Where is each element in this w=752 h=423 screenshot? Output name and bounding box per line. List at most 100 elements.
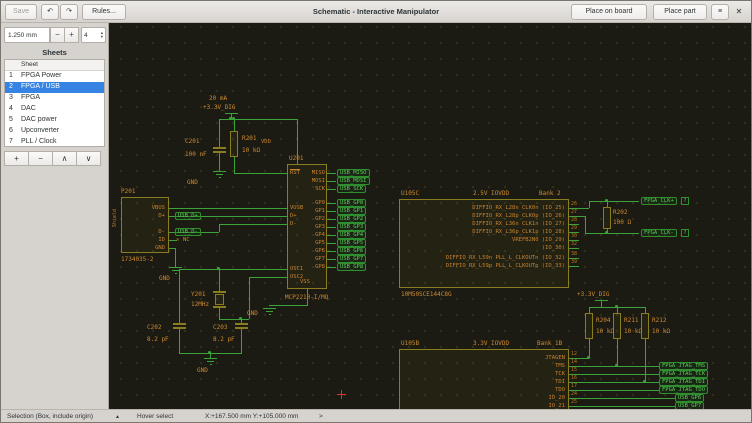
u201-refdes[interactable]: U201 — [289, 155, 303, 162]
crystal-plate[interactable] — [213, 291, 226, 293]
wire[interactable] — [234, 173, 287, 174]
tool-indicator[interactable]: Selection (Box, include origin) — [7, 413, 93, 420]
gnd-symbol[interactable] — [204, 358, 217, 359]
add-sheet-button[interactable]: + — [4, 151, 29, 166]
redo-button[interactable]: ↷ — [60, 4, 78, 20]
spin-down-icon[interactable]: ▾ — [101, 35, 103, 39]
r204-value[interactable]: 10 kΩ — [596, 328, 614, 335]
r212-body[interactable] — [641, 313, 649, 339]
r201-body[interactable] — [230, 131, 238, 157]
y201-value[interactable]: 12MHz — [191, 301, 209, 308]
wire[interactable] — [327, 267, 336, 268]
wire[interactable] — [575, 374, 659, 375]
sheet-row-dac[interactable]: 4DAC — [5, 104, 104, 115]
net-label-usb-gp1[interactable]: USB_GP1 — [337, 207, 366, 215]
wire[interactable] — [327, 173, 336, 174]
wire[interactable] — [175, 248, 176, 267]
save-button[interactable]: Save — [5, 4, 37, 20]
net-label-usb-dminus[interactable]: USB_D- — [175, 228, 201, 236]
wire[interactable] — [179, 269, 180, 323]
wire[interactable] — [575, 382, 659, 383]
menu-icon[interactable]: ≡ — [711, 4, 729, 20]
place-part-button[interactable]: Place part — [653, 4, 707, 20]
sheet-row-fpga-power[interactable]: 1FPGA Power — [5, 71, 104, 82]
schematic-canvas[interactable]: 20 mA +3.3V_DIG C201 100 nF GND R201 10 … — [109, 23, 751, 409]
rules-button[interactable]: Rules... — [82, 4, 126, 20]
wire[interactable] — [179, 269, 287, 270]
wire[interactable] — [575, 406, 675, 407]
wire[interactable] — [327, 251, 336, 252]
wire[interactable] — [219, 224, 220, 232]
wire[interactable] — [645, 339, 646, 382]
wire[interactable] — [327, 219, 336, 220]
wire[interactable] — [269, 305, 308, 306]
wire[interactable] — [327, 235, 336, 236]
y201-refdes[interactable]: Y201 — [191, 291, 205, 298]
gnd-symbol[interactable] — [213, 171, 226, 172]
wire[interactable] — [601, 300, 602, 307]
wire[interactable] — [327, 259, 336, 260]
wire[interactable] — [575, 366, 659, 367]
capacitor-plate[interactable] — [173, 323, 186, 325]
gnd-symbol[interactable] — [263, 308, 276, 309]
wire[interactable] — [589, 339, 590, 358]
net-label-jtag-tdi[interactable]: FPGA_JTAG_TDI — [659, 378, 708, 386]
gnd-symbol[interactable] — [169, 267, 182, 268]
r201-value[interactable]: 10 kΩ — [242, 147, 260, 154]
sheet-row-fpga-usb[interactable]: 2FPGA / USB — [5, 82, 104, 93]
r212-refdes[interactable]: R212 — [652, 317, 666, 324]
wire[interactable] — [327, 203, 336, 204]
r212-value[interactable]: 10 kΩ — [652, 328, 670, 335]
net-label-usb-gp8[interactable]: USB_GP8 — [337, 263, 366, 271]
offsheet-flag[interactable]: ? — [681, 229, 689, 237]
net-label-usb-gp2[interactable]: USB_GP2 — [337, 215, 366, 223]
wire[interactable] — [219, 307, 220, 319]
wire[interactable] — [219, 224, 287, 225]
net-label-usb-mosi[interactable]: USB_MOSI — [337, 177, 370, 185]
wire[interactable] — [234, 119, 235, 131]
net-label-usb-dplus[interactable]: USB_D+ — [175, 212, 201, 220]
wire[interactable] — [585, 216, 586, 233]
r211-refdes[interactable]: R211 — [624, 317, 638, 324]
r211-value[interactable]: 10 kΩ — [624, 328, 642, 335]
net-label-usb-gp3[interactable]: USB_GP3 — [337, 223, 366, 231]
r202-refdes[interactable]: R202 — [613, 209, 627, 216]
wire[interactable] — [575, 358, 589, 359]
wire[interactable] — [179, 329, 180, 353]
wire[interactable] — [219, 319, 249, 320]
wire[interactable] — [589, 201, 590, 208]
net-label-usb-gp4[interactable]: USB_GP4 — [337, 231, 366, 239]
move-sheet-up-button[interactable]: ∧ — [52, 151, 77, 166]
wire[interactable] — [219, 269, 220, 291]
sheet-row-fpga[interactable]: 3FPGA — [5, 93, 104, 104]
net-label-usb-gp6[interactable]: USB_GP6 — [337, 247, 366, 255]
c203-value[interactable]: 8.2 pF — [213, 336, 235, 343]
r204-refdes[interactable]: R204 — [596, 317, 610, 324]
net-label-jtag-tms[interactable]: FPGA_JTAG_TMS — [659, 362, 708, 370]
r201-refdes[interactable]: R201 — [242, 135, 256, 142]
gnd-label[interactable]: GND — [247, 310, 258, 317]
y201-body[interactable] — [215, 294, 224, 305]
wire[interactable] — [585, 233, 639, 234]
spinner-arrows-icon[interactable]: ▴▾ — [101, 31, 103, 39]
move-sheet-down-button[interactable]: ∨ — [76, 151, 101, 166]
close-icon[interactable]: ✕ — [731, 4, 747, 20]
c203-refdes[interactable]: C203 — [213, 324, 227, 331]
wire[interactable] — [575, 398, 675, 399]
wire[interactable] — [249, 277, 287, 278]
power-net-label[interactable]: +3.3V_DIG — [577, 291, 610, 298]
status-expander[interactable]: > — [319, 413, 323, 420]
u105b-refdes[interactable]: U105B — [401, 340, 419, 347]
grid-decrease-button[interactable]: − — [50, 27, 65, 43]
net-label-usb-gp7[interactable]: USB_GP7 — [337, 255, 366, 263]
remove-sheet-button[interactable]: − — [28, 151, 53, 166]
net-label-usb-gp7[interactable]: USB_GP7 — [675, 402, 704, 409]
wire[interactable] — [219, 119, 220, 147]
grid-increase-button[interactable]: + — [64, 27, 79, 43]
offsheet-flag[interactable]: ? — [681, 197, 689, 205]
sheet-column-header[interactable]: Sheet — [5, 60, 104, 71]
wire[interactable] — [241, 329, 242, 353]
wire[interactable] — [569, 266, 579, 267]
gnd-label[interactable]: GND — [197, 367, 208, 374]
gnd-label[interactable]: GND — [187, 179, 198, 186]
